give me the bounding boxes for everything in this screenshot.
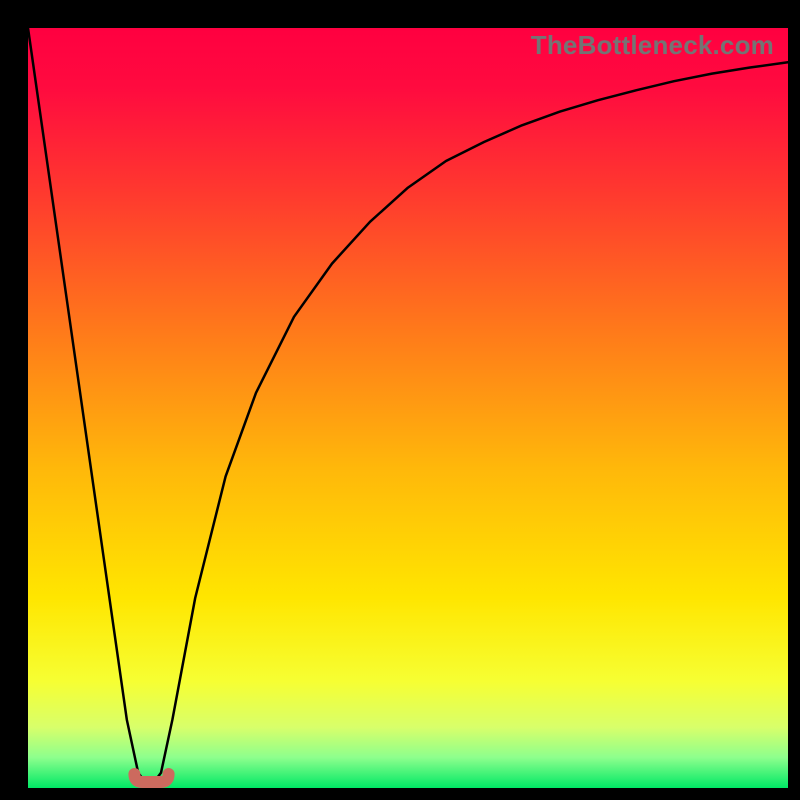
watermark-label: TheBottleneck.com — [531, 30, 774, 61]
bottleneck-chart — [28, 28, 788, 788]
gradient-background — [28, 28, 788, 788]
chart-frame: TheBottleneck.com — [28, 28, 788, 788]
